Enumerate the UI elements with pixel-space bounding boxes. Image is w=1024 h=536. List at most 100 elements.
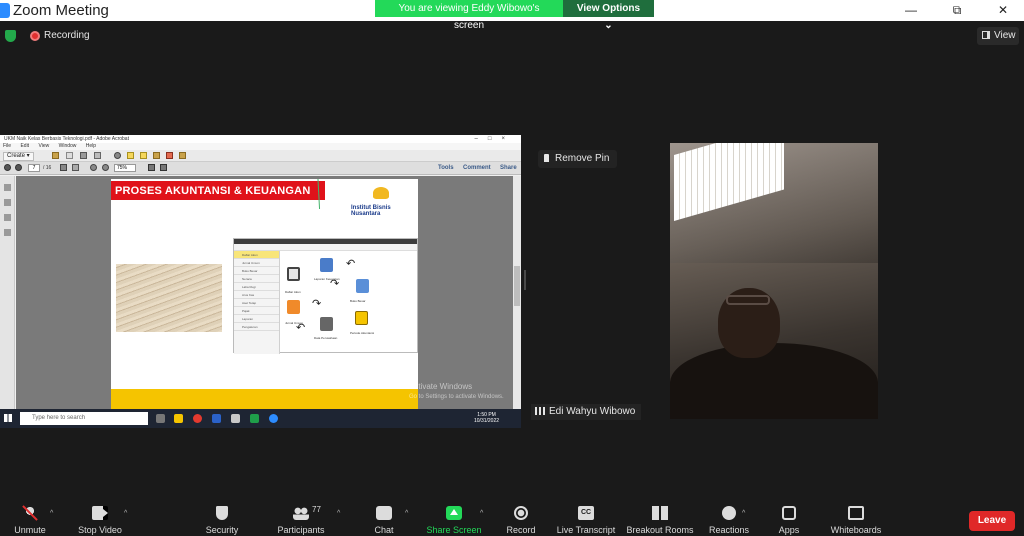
menu-edit[interactable]: Edit [20, 143, 29, 149]
view-button[interactable]: View [977, 27, 1019, 45]
menu-file[interactable]: File [3, 143, 11, 149]
comment-icon[interactable] [127, 152, 134, 159]
live-transcript-button[interactable]: CC Live Transcript [556, 500, 616, 536]
acrobat-toolbar: Create ▾ [0, 150, 521, 162]
excel-icon[interactable] [250, 414, 259, 423]
record-button[interactable]: Record [504, 500, 538, 536]
monitor-icon [287, 267, 300, 281]
calendar-icon [355, 311, 368, 325]
participants-options-caret-icon[interactable]: ^ [337, 510, 340, 517]
accounting-app-screenshot: Daftar Akun Jurnal Umum Buku Besar Nerac… [233, 238, 418, 354]
zoom-level-input[interactable]: 75% [114, 164, 136, 172]
activate-windows-hint: Go to Settings to activate Windows. [409, 394, 504, 400]
next-page-icon[interactable] [15, 164, 22, 171]
share-screen-button[interactable]: Share Screen [426, 500, 482, 536]
acrobat-nav-toolbar: 7 / 16 75% Tools Comment Share [0, 162, 521, 175]
apps-icon [782, 506, 796, 520]
taskbar-search-input[interactable]: Type here to search [20, 412, 148, 425]
fit-width-icon[interactable] [160, 164, 167, 171]
word-icon[interactable] [212, 414, 221, 423]
zoom-taskbar-icon[interactable] [269, 414, 278, 423]
open-icon[interactable] [52, 152, 59, 159]
menu-help[interactable]: Help [86, 143, 96, 149]
institution-name: Institut Bisnis Nusantara [351, 205, 391, 217]
apps-button[interactable]: Apps [776, 500, 802, 536]
attachments-icon[interactable] [4, 214, 11, 221]
flow-arrow-icon: ↶ [296, 322, 306, 334]
participants-label: Participants [277, 525, 325, 535]
leave-button[interactable]: Leave [969, 511, 1015, 531]
share-banner-text: You are viewing Eddy Wibowo's screen [375, 0, 563, 31]
slide-title-banner: PROSES AKUNTANSI & KEUANGAN [111, 181, 325, 200]
clock-date: 10/31/2022 [474, 418, 500, 424]
stamp-icon[interactable] [153, 152, 160, 159]
split-view-divider[interactable] [524, 270, 526, 290]
menu-window[interactable]: Window [59, 143, 77, 149]
nav-item: Daftar Akun [234, 251, 279, 259]
chat-options-caret-icon[interactable]: ^ [405, 510, 408, 517]
select-tool-icon[interactable] [60, 164, 67, 171]
page-number-input[interactable]: 7 [28, 164, 40, 172]
tools-tab[interactable]: Tools [438, 165, 454, 171]
participants-icon [293, 506, 309, 520]
muted-mic-icon [22, 506, 38, 520]
create-button[interactable]: Create ▾ [3, 152, 34, 161]
live-transcript-label: Live Transcript [556, 525, 616, 535]
nav-item: Aset Tetap [234, 299, 279, 307]
document-scrollbar[interactable] [513, 176, 521, 409]
fit-page-icon[interactable] [148, 164, 155, 171]
menu-view[interactable]: View [38, 143, 49, 149]
meeting-toolbar: Unmute ^ Stop Video ^ Security Participa… [0, 500, 1024, 536]
acrobat-taskbar-icon[interactable] [231, 414, 240, 423]
breakout-rooms-button[interactable]: Breakout Rooms [626, 500, 694, 536]
chrome-icon[interactable] [193, 414, 202, 423]
file-explorer-icon[interactable] [174, 414, 183, 423]
zoom-app-icon [0, 3, 10, 18]
remove-pin-button[interactable]: Remove Pin [538, 150, 618, 168]
comment-tab[interactable]: Comment [463, 165, 491, 171]
bookmarks-icon[interactable] [4, 199, 11, 206]
settings-icon[interactable] [114, 152, 121, 159]
share-options-caret-icon[interactable]: ^ [480, 510, 483, 517]
ledger-photo [116, 264, 222, 332]
maximize-button[interactable]: ⧉ [934, 0, 980, 21]
zoom-in-icon[interactable] [102, 164, 109, 171]
signatures-icon[interactable] [4, 229, 11, 236]
export-icon[interactable] [179, 152, 186, 159]
view-options-button[interactable]: View Options ⌄ [563, 0, 654, 31]
hand-tool-icon[interactable] [72, 164, 79, 171]
windows-start-icon[interactable] [4, 414, 12, 422]
whiteboards-button[interactable]: Whiteboards [828, 500, 884, 536]
share-tab[interactable]: Share [500, 165, 517, 171]
minimize-button[interactable]: — [888, 0, 934, 21]
video-options-caret-icon[interactable]: ^ [124, 510, 127, 517]
audio-options-caret-icon[interactable]: ^ [50, 510, 53, 517]
reactions-options-caret-icon[interactable]: ^ [742, 510, 745, 517]
reactions-button[interactable]: Reactions [708, 500, 750, 536]
chat-label: Chat [374, 525, 394, 535]
save-icon[interactable] [66, 152, 73, 159]
security-button[interactable]: Security [202, 500, 242, 536]
chat-button[interactable]: Chat [370, 500, 398, 536]
pdf-icon[interactable] [166, 152, 173, 159]
nav-item: Laporan [234, 315, 279, 323]
participant-body [670, 343, 878, 419]
prev-page-icon[interactable] [4, 164, 11, 171]
print-icon[interactable] [80, 152, 87, 159]
participant-video[interactable] [670, 143, 878, 419]
task-view-icon[interactable] [156, 414, 165, 423]
acrobat-sidebar [0, 176, 15, 409]
remove-pin-label: Remove Pin [555, 153, 610, 164]
page-thumbnails-icon[interactable] [4, 184, 11, 191]
participant-glasses [726, 295, 770, 305]
stop-video-button[interactable]: Stop Video [74, 500, 126, 536]
activate-windows-title: Activate Windows [409, 382, 473, 391]
zoom-out-icon[interactable] [90, 164, 97, 171]
close-button[interactable]: ✕ [980, 0, 1024, 21]
email-icon[interactable] [94, 152, 101, 159]
journal-icon [287, 300, 300, 314]
encryption-shield-icon[interactable] [5, 30, 16, 42]
scrollbar-thumb[interactable] [514, 266, 520, 306]
highlight-icon[interactable] [140, 152, 147, 159]
unmute-button[interactable]: Unmute [8, 500, 52, 536]
